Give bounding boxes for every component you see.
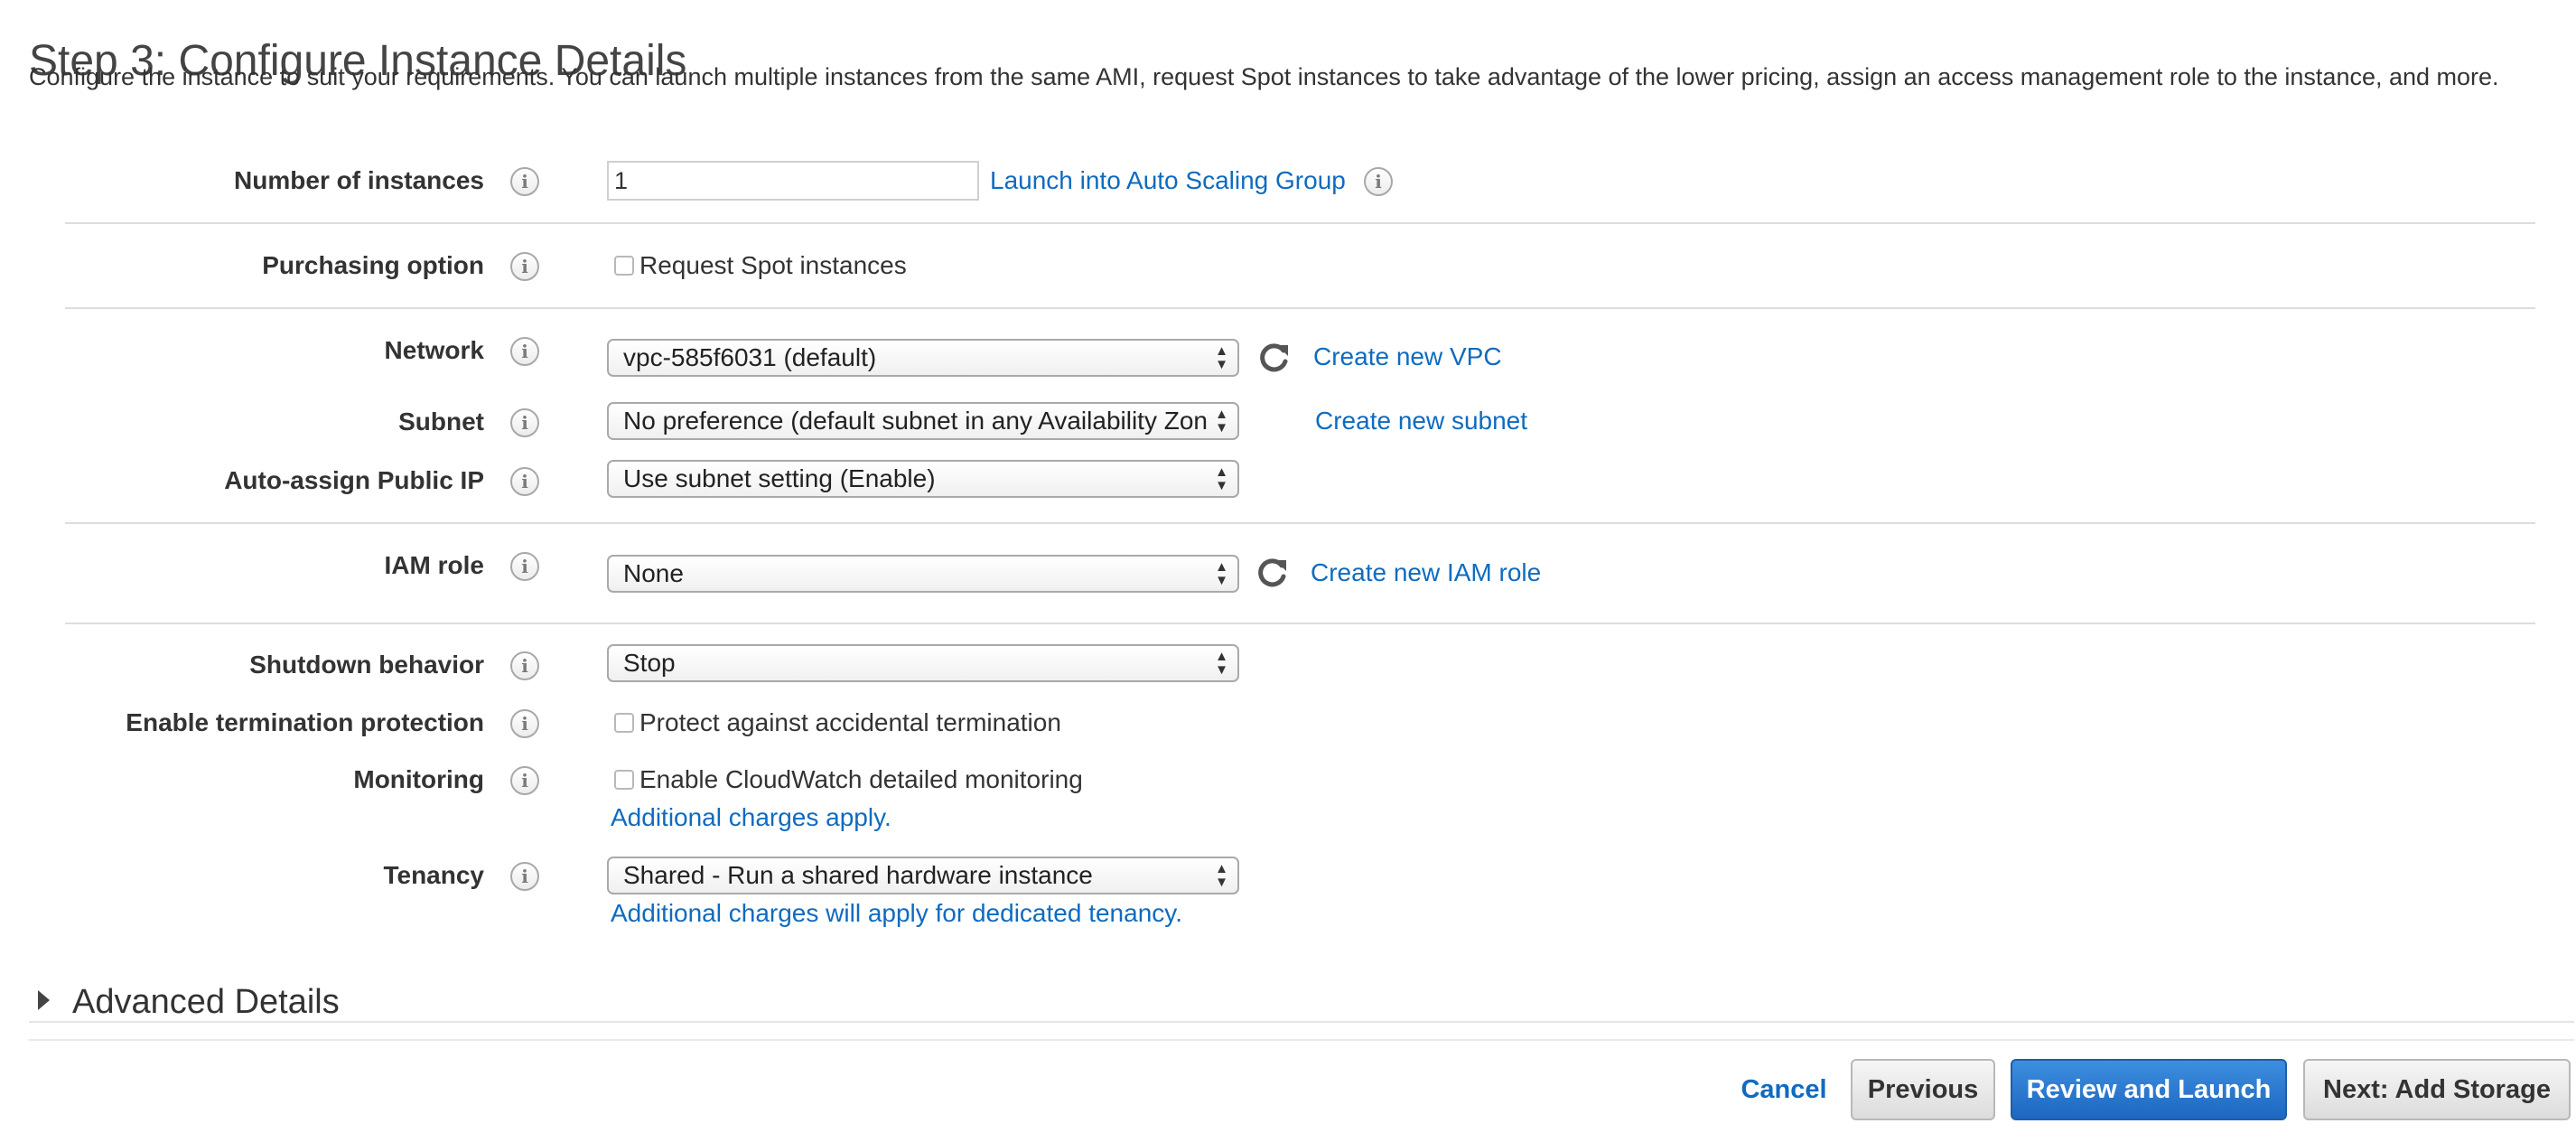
tenancy-select-value: Shared - Run a shared hardware instance <box>623 861 1093 889</box>
next-add-storage-button[interactable]: Next: Add Storage <box>2303 1059 2571 1120</box>
purchasing-option-info-icon[interactable]: i <box>510 252 539 281</box>
termination-protection-checkbox[interactable] <box>614 713 634 733</box>
termination-protection-info-icon[interactable]: i <box>510 709 539 738</box>
launch-auto-scaling-link[interactable]: Launch into Auto Scaling Group <box>990 165 1346 196</box>
subnet-info-icon[interactable]: i <box>510 408 539 437</box>
section-divider <box>65 222 2535 224</box>
select-arrows-icon: ▲ ▼ <box>1215 407 1228 435</box>
section-divider <box>65 307 2535 309</box>
page-description: Configure the instance to suit your requ… <box>29 63 2499 90</box>
previous-button[interactable]: Previous <box>1851 1059 1995 1120</box>
iam-role-select[interactable]: None ▲ ▼ <box>607 555 1239 593</box>
auto-assign-ip-label: Auto-assign Public IP <box>224 466 484 494</box>
termination-protection-checkbox-label[interactable]: Protect against accidental termination <box>639 707 1061 738</box>
tenancy-select[interactable]: Shared - Run a shared hardware instance … <box>607 857 1239 894</box>
number-of-instances-input[interactable]: 1 <box>607 161 979 201</box>
iam-role-info-icon[interactable]: i <box>510 552 539 581</box>
network-info-icon[interactable]: i <box>510 337 539 366</box>
number-of-instances-info-icon[interactable]: i <box>510 167 539 196</box>
network-select[interactable]: vpc-585f6031 (default) ▲ ▼ <box>607 339 1239 377</box>
purchasing-option-label: Purchasing option <box>262 251 484 279</box>
monitoring-charges-link[interactable]: Additional charges apply. <box>611 802 891 833</box>
shutdown-behavior-select[interactable]: Stop ▲ ▼ <box>607 644 1239 682</box>
review-and-launch-button[interactable]: Review and Launch <box>2011 1059 2287 1120</box>
tenancy-label: Tenancy <box>383 861 484 889</box>
iam-role-label: IAM role <box>384 551 484 579</box>
advanced-divider <box>29 1021 2574 1023</box>
subnet-label: Subnet <box>398 407 484 435</box>
select-arrows-icon: ▲ ▼ <box>1215 861 1228 890</box>
number-of-instances-label: Number of instances <box>234 166 484 194</box>
termination-protection-label: Enable termination protection <box>126 708 484 736</box>
select-arrows-icon: ▲ ▼ <box>1215 649 1228 678</box>
request-spot-label[interactable]: Request Spot instances <box>639 250 907 281</box>
configure-instance-page: Step 3: Configure Instance Details Confi… <box>0 0 2576 1133</box>
monitoring-label: Monitoring <box>353 765 484 793</box>
dedicated-tenancy-charges-link[interactable]: Additional charges will apply for dedica… <box>611 898 1182 929</box>
refresh-iam-role-icon[interactable] <box>1254 555 1290 591</box>
cloudwatch-monitoring-checkbox[interactable] <box>614 770 634 790</box>
shutdown-behavior-label: Shutdown behavior <box>249 651 484 679</box>
auto-scaling-info-icon[interactable]: i <box>1364 167 1393 196</box>
shutdown-behavior-info-icon[interactable]: i <box>510 651 539 680</box>
create-new-subnet-link[interactable]: Create new subnet <box>1315 406 1527 436</box>
section-divider <box>65 623 2535 624</box>
shutdown-behavior-select-value: Stop <box>623 649 676 677</box>
iam-role-select-value: None <box>623 559 684 587</box>
create-new-iam-role-link[interactable]: Create new IAM role <box>1311 557 1541 588</box>
create-new-vpc-link[interactable]: Create new VPC <box>1313 342 1502 372</box>
auto-assign-ip-select[interactable]: Use subnet setting (Enable) ▲ ▼ <box>607 460 1239 498</box>
request-spot-checkbox[interactable] <box>614 256 634 276</box>
refresh-network-icon[interactable] <box>1255 340 1292 376</box>
cancel-button[interactable]: Cancel <box>1725 1059 1843 1120</box>
auto-assign-ip-select-value: Use subnet setting (Enable) <box>623 464 936 492</box>
tenancy-info-icon[interactable]: i <box>510 862 539 891</box>
section-divider <box>65 522 2535 524</box>
select-arrows-icon: ▲ ▼ <box>1215 464 1228 493</box>
expand-caret-icon[interactable] <box>38 990 50 1010</box>
auto-assign-ip-info-icon[interactable]: i <box>510 467 539 496</box>
network-select-value: vpc-585f6031 (default) <box>623 343 877 371</box>
footer-divider <box>29 1039 2574 1041</box>
network-label: Network <box>384 336 484 364</box>
select-arrows-icon: ▲ ▼ <box>1215 343 1228 372</box>
advanced-details-toggle[interactable]: Advanced Details <box>72 981 340 1023</box>
cloudwatch-monitoring-label[interactable]: Enable CloudWatch detailed monitoring <box>639 764 1083 795</box>
subnet-select[interactable]: No preference (default subnet in any Ava… <box>607 402 1239 440</box>
select-arrows-icon: ▲ ▼ <box>1215 559 1228 588</box>
subnet-select-value: No preference (default subnet in any Ava… <box>623 407 1207 435</box>
monitoring-info-icon[interactable]: i <box>510 766 539 795</box>
